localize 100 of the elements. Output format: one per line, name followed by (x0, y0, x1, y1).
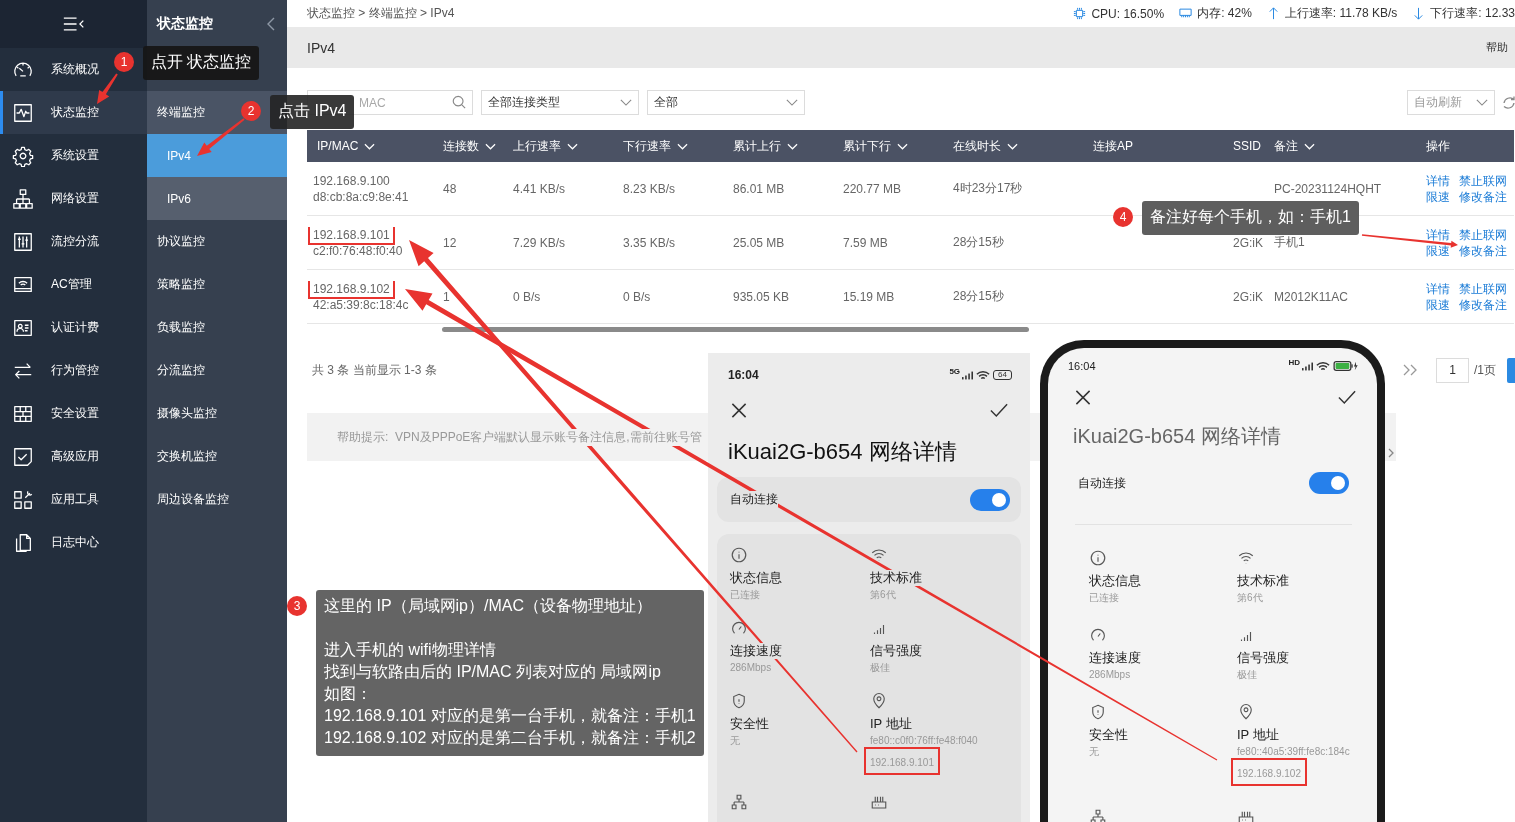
submenu-item[interactable]: 交换机监控 (147, 435, 287, 478)
ip-address: 192.168.9.102 (313, 281, 390, 296)
dropdown[interactable]: 全部连接类型 (481, 90, 639, 115)
horizontal-scrollbar[interactable] (442, 327, 1029, 332)
action-link[interactable]: 禁止联网 (1459, 226, 1507, 243)
chevron-left-icon[interactable] (267, 17, 275, 31)
cpu-chip-icon (1072, 6, 1088, 21)
action-link[interactable]: 限速 (1426, 188, 1450, 205)
action-link[interactable]: 修改备注 (1459, 296, 1507, 313)
detail-label: 状态信息 (1089, 573, 1141, 589)
detail-value: 第6代 (870, 588, 896, 601)
menu-collapse-icon[interactable] (62, 16, 85, 32)
submenu-item[interactable]: 负载监控 (147, 306, 287, 349)
column-header: 操作 (1426, 137, 1450, 155)
detail-value: 286Mbps (1089, 668, 1131, 681)
column-header[interactable]: 在线时长 (953, 137, 1018, 155)
action-link[interactable]: 修改备注 (1459, 188, 1507, 205)
location-pin-icon (1237, 703, 1255, 721)
table-cell: 3.35 KB/s (623, 235, 676, 250)
search-icon (452, 95, 466, 109)
status-bar-time: 16:04 (1068, 360, 1096, 372)
column-header[interactable]: 累计上行 (733, 137, 798, 155)
checkmark-icon[interactable] (1338, 389, 1356, 406)
help-link[interactable]: 帮助 (1486, 40, 1508, 55)
record-summary: 共 3 条 当前显示 1-3 条 (312, 361, 437, 379)
step-number-badge: 3 (287, 596, 307, 616)
network-type-label: 5G (949, 367, 961, 376)
step-number-badge: 4 (1113, 207, 1133, 227)
refresh-icon[interactable] (1503, 94, 1515, 111)
submenu-item[interactable]: 策略监控 (147, 263, 287, 306)
sidebar-item[interactable]: 日志中心 (0, 521, 99, 564)
action-link[interactable]: 限速 (1426, 242, 1450, 259)
detail-value: 极佳 (1237, 668, 1257, 681)
column-header[interactable]: 连接数 (443, 137, 496, 155)
table-cell: 48 (443, 181, 457, 196)
battery-charging-icon (1333, 361, 1359, 371)
network-type-label: HD (1288, 358, 1300, 367)
sidebar-item[interactable]: 系统概况 (0, 48, 99, 91)
toggle-switch[interactable] (970, 488, 1010, 511)
detail-label: IP 地址 (1237, 727, 1279, 743)
table-cell: 2G:iK (1233, 289, 1263, 304)
sidebar-item[interactable]: 行为管控 (0, 349, 99, 392)
close-icon[interactable] (1074, 389, 1092, 406)
submenu-item[interactable]: 周边设备监控 (147, 478, 287, 521)
action-link[interactable]: 限速 (1426, 296, 1450, 313)
stat-text: 下行速率: 12.33 (1430, 5, 1515, 22)
sidebar-item[interactable]: 流控分流 (0, 220, 99, 263)
action-link[interactable]: 详情 (1426, 172, 1450, 189)
chevron-right-icon[interactable] (1388, 448, 1394, 458)
toggle-switch[interactable] (1309, 472, 1349, 494)
page-number-field[interactable]: 1 (1436, 357, 1469, 383)
signal-bars-icon (962, 370, 974, 380)
detail-label: 连接速度 (1089, 650, 1141, 666)
detail-label: 技术标准 (870, 570, 922, 586)
action-link[interactable]: 详情 (1426, 226, 1450, 243)
chevron-down-icon (1476, 99, 1488, 106)
sidebar-item[interactable]: 高级应用 (0, 435, 99, 478)
detail-value: 无 (730, 734, 740, 747)
pagination-button[interactable] (1507, 357, 1515, 383)
column-header[interactable]: 上行速率 (513, 137, 578, 155)
submenu-item[interactable]: IPv6 (147, 177, 287, 220)
network-details-title: iKuai2G-b654 网络详情 (727, 439, 958, 465)
action-link[interactable]: 详情 (1426, 280, 1450, 297)
stat-text: 上行速率: 11.78 KB/s (1284, 5, 1398, 22)
submenu-item[interactable]: 协议监控 (147, 220, 287, 263)
table-cell: PC-20231124HQHT (1274, 181, 1382, 196)
table-cell: 28分15秒 (953, 288, 1004, 305)
location-pin-icon (870, 692, 888, 710)
status-bar-time: 16:04 (728, 368, 759, 382)
detail-value: 无 (1089, 745, 1099, 758)
sidebar-item[interactable]: 应用工具 (0, 478, 99, 521)
sidebar-item[interactable]: 认证计费 (0, 306, 99, 349)
double-chevron-right-icon[interactable] (1403, 364, 1417, 376)
sidebar-item[interactable]: 状态监控 (0, 91, 147, 134)
sidebar-item[interactable]: 安全设置 (0, 392, 99, 435)
column-header[interactable]: 备注 (1274, 137, 1315, 155)
action-link[interactable]: 禁止联网 (1459, 280, 1507, 297)
submenu-item[interactable]: 摄像头监控 (147, 392, 287, 435)
callout-text: 如图： (324, 684, 372, 704)
sidebar-item[interactable]: 网络设置 (0, 177, 99, 220)
sidebar-item[interactable]: 系统设置 (0, 134, 99, 177)
table-cell: 935.05 KB (733, 289, 790, 304)
dropdown[interactable]: 全部 (647, 90, 805, 115)
network-details-title: iKuai2G-b654 网络详情 (1072, 424, 1282, 448)
column-header[interactable]: 下行速率 (623, 137, 688, 155)
sidebar-item[interactable]: AC管理 (0, 263, 92, 306)
detail-value: 极佳 (870, 661, 890, 674)
submenu-item[interactable]: 分流监控 (147, 349, 287, 392)
table-cell: 手机1 (1274, 234, 1305, 251)
column-header[interactable]: 累计下行 (843, 137, 908, 155)
table-cell: 0 B/s (623, 289, 651, 304)
checkmark-icon[interactable] (990, 402, 1008, 419)
action-link[interactable]: 修改备注 (1459, 242, 1507, 259)
detail-label: 状态信息 (730, 570, 782, 586)
action-link[interactable]: 禁止联网 (1459, 172, 1507, 189)
column-header[interactable]: IP/MAC (317, 139, 376, 153)
detail-value: fe80::40a5:39ff:fe8c:184c (1237, 745, 1350, 758)
close-icon[interactable] (730, 402, 748, 419)
annotation-arrow (197, 118, 245, 156)
callout-text: 这里的 IP（局域网ip）/MAC（设备物理地址） (324, 596, 652, 616)
